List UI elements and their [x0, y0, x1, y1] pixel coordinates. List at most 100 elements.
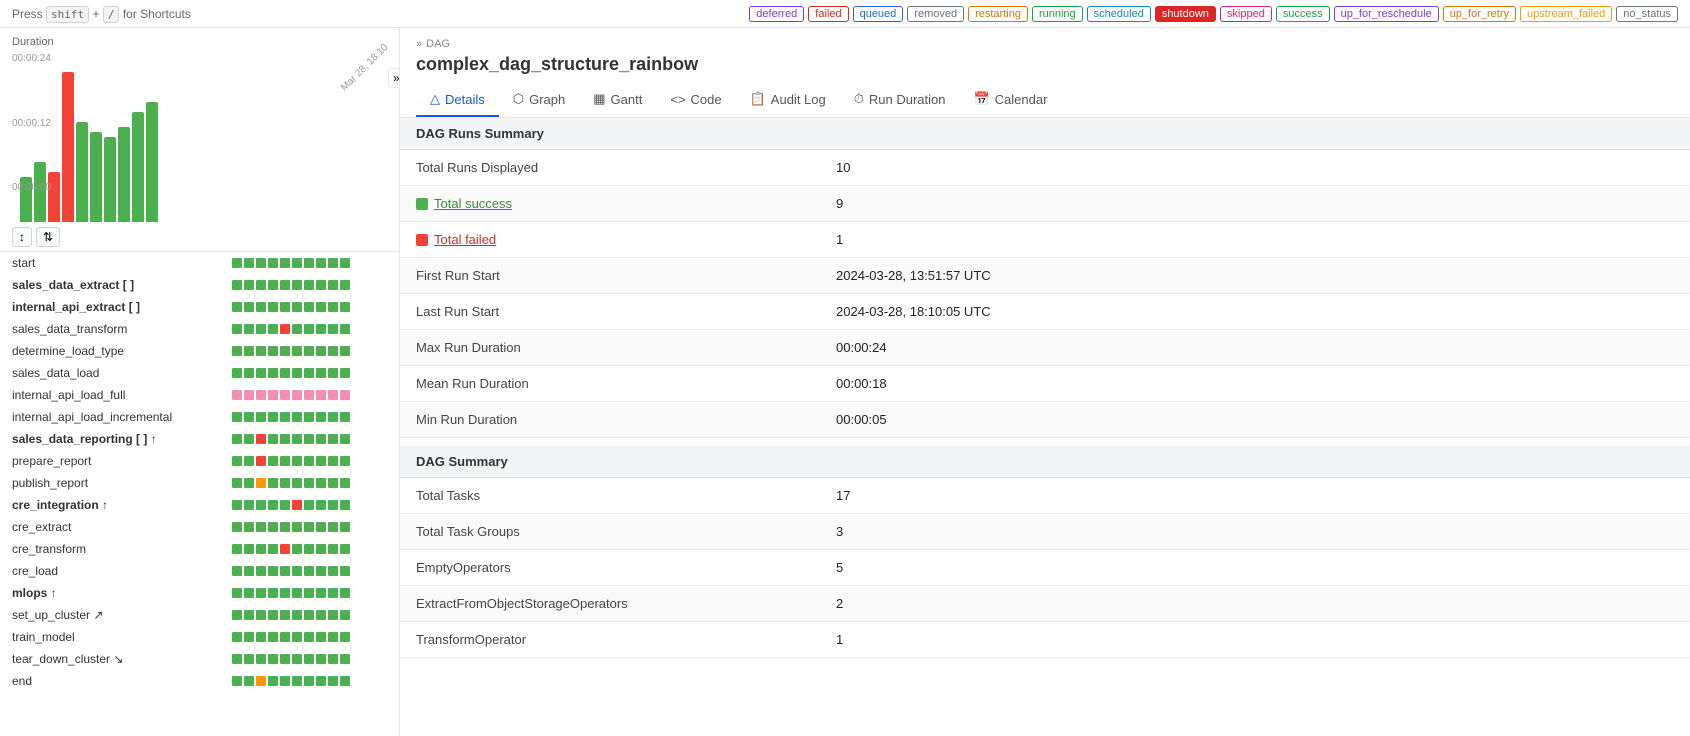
task-square-4[interactable]: [280, 654, 290, 664]
task-square-2[interactable]: [256, 390, 266, 400]
task-square-0[interactable]: [232, 434, 242, 444]
tab-audit-log[interactable]: 📋 Audit Log: [736, 83, 840, 117]
bar-5[interactable]: [90, 132, 102, 222]
badge-scheduled[interactable]: scheduled: [1087, 6, 1151, 22]
badge-upstream_failed[interactable]: upstream_failed: [1520, 6, 1612, 22]
task-row[interactable]: end: [0, 670, 399, 692]
task-square-4[interactable]: [280, 390, 290, 400]
badge-deferred[interactable]: deferred: [749, 6, 804, 22]
task-square-5[interactable]: [292, 434, 302, 444]
badge-success[interactable]: success: [1276, 6, 1330, 22]
task-square-9[interactable]: [340, 302, 350, 312]
badge-queued[interactable]: queued: [853, 6, 904, 22]
bar-3[interactable]: [62, 72, 74, 222]
task-square-3[interactable]: [268, 302, 278, 312]
task-square-7[interactable]: [316, 368, 326, 378]
task-square-9[interactable]: [340, 258, 350, 268]
task-square-6[interactable]: [304, 456, 314, 466]
task-square-1[interactable]: [244, 456, 254, 466]
task-square-8[interactable]: [328, 610, 338, 620]
task-square-1[interactable]: [244, 390, 254, 400]
task-square-3[interactable]: [268, 324, 278, 334]
task-square-5[interactable]: [292, 632, 302, 642]
bar-4[interactable]: [76, 122, 88, 222]
task-square-6[interactable]: [304, 632, 314, 642]
task-square-0[interactable]: [232, 610, 242, 620]
task-square-0[interactable]: [232, 412, 242, 422]
bar-6[interactable]: [104, 137, 116, 222]
task-square-4[interactable]: [280, 522, 290, 532]
task-row[interactable]: sales_data_reporting [ ] ↑: [0, 428, 399, 450]
task-square-7[interactable]: [316, 522, 326, 532]
task-square-6[interactable]: [304, 390, 314, 400]
task-square-2[interactable]: [256, 280, 266, 290]
task-square-8[interactable]: [328, 412, 338, 422]
task-square-1[interactable]: [244, 522, 254, 532]
task-square-1[interactable]: [244, 500, 254, 510]
task-square-1[interactable]: [244, 434, 254, 444]
task-square-2[interactable]: [256, 456, 266, 466]
task-square-7[interactable]: [316, 434, 326, 444]
task-square-1[interactable]: [244, 368, 254, 378]
task-square-1[interactable]: [244, 654, 254, 664]
task-square-8[interactable]: [328, 280, 338, 290]
task-square-9[interactable]: [340, 412, 350, 422]
task-square-5[interactable]: [292, 280, 302, 290]
task-square-6[interactable]: [304, 500, 314, 510]
task-row[interactable]: publish_report: [0, 472, 399, 494]
task-square-6[interactable]: [304, 302, 314, 312]
task-square-4[interactable]: [280, 434, 290, 444]
task-square-0[interactable]: [232, 544, 242, 554]
task-square-7[interactable]: [316, 478, 326, 488]
task-square-3[interactable]: [268, 544, 278, 554]
task-square-0[interactable]: [232, 456, 242, 466]
task-square-6[interactable]: [304, 478, 314, 488]
task-square-8[interactable]: [328, 258, 338, 268]
task-square-1[interactable]: [244, 610, 254, 620]
task-row[interactable]: sales_data_extract [ ]: [0, 274, 399, 296]
task-square-2[interactable]: [256, 610, 266, 620]
task-square-2[interactable]: [256, 522, 266, 532]
task-square-2[interactable]: [256, 544, 266, 554]
task-square-7[interactable]: [316, 346, 326, 356]
task-row[interactable]: cre_load: [0, 560, 399, 582]
task-square-9[interactable]: [340, 500, 350, 510]
task-square-2[interactable]: [256, 302, 266, 312]
task-square-4[interactable]: [280, 302, 290, 312]
task-square-5[interactable]: [292, 522, 302, 532]
task-square-8[interactable]: [328, 456, 338, 466]
task-square-7[interactable]: [316, 390, 326, 400]
task-square-7[interactable]: [316, 544, 326, 554]
task-row[interactable]: train_model: [0, 626, 399, 648]
task-square-3[interactable]: [268, 566, 278, 576]
task-square-0[interactable]: [232, 522, 242, 532]
task-square-1[interactable]: [244, 588, 254, 598]
task-square-2[interactable]: [256, 368, 266, 378]
badge-removed[interactable]: removed: [907, 6, 964, 22]
task-square-9[interactable]: [340, 434, 350, 444]
task-square-2[interactable]: [256, 346, 266, 356]
badge-failed[interactable]: failed: [808, 6, 848, 22]
task-square-8[interactable]: [328, 302, 338, 312]
task-row[interactable]: internal_api_load_full: [0, 384, 399, 406]
tab-gantt[interactable]: ▦ Gantt: [579, 83, 656, 117]
task-square-3[interactable]: [268, 632, 278, 642]
task-square-2[interactable]: [256, 588, 266, 598]
task-square-6[interactable]: [304, 522, 314, 532]
task-row[interactable]: cre_integration ↑: [0, 494, 399, 516]
task-square-2[interactable]: [256, 258, 266, 268]
task-square-5[interactable]: [292, 346, 302, 356]
task-square-8[interactable]: [328, 434, 338, 444]
task-square-4[interactable]: [280, 544, 290, 554]
task-square-0[interactable]: [232, 324, 242, 334]
task-square-5[interactable]: [292, 324, 302, 334]
task-square-3[interactable]: [268, 522, 278, 532]
task-square-8[interactable]: [328, 544, 338, 554]
task-square-7[interactable]: [316, 654, 326, 664]
task-square-5[interactable]: [292, 302, 302, 312]
task-square-6[interactable]: [304, 434, 314, 444]
task-square-0[interactable]: [232, 588, 242, 598]
tab-details[interactable]: △ Details: [416, 83, 499, 117]
task-square-3[interactable]: [268, 610, 278, 620]
task-square-3[interactable]: [268, 280, 278, 290]
